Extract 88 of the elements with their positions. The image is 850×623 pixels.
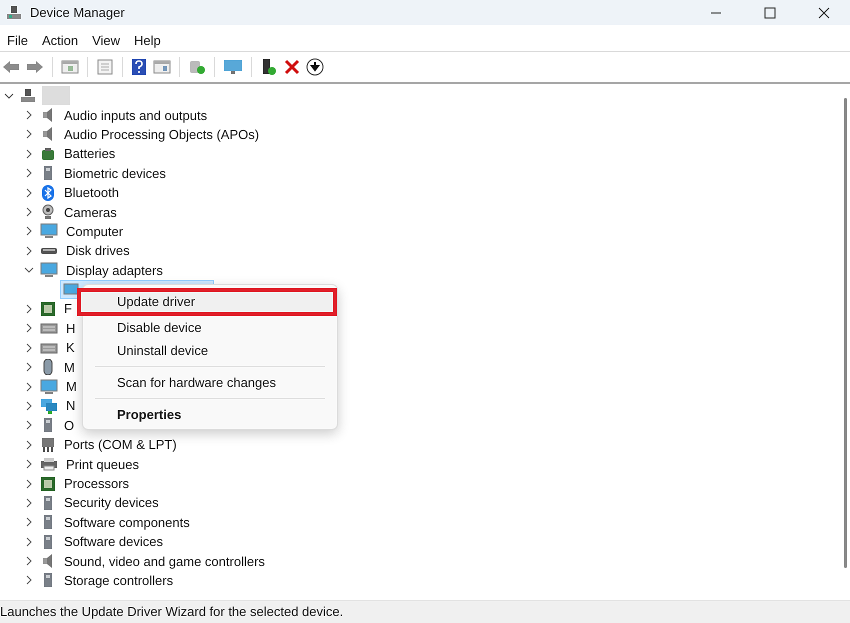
tree-item[interactable]: Biometric devices [64,166,166,181]
tree-item[interactable]: O [64,418,74,433]
menu-item[interactable]: View [92,32,120,48]
tree-item[interactable]: Computer [66,224,124,239]
menu-item[interactable]: File [7,32,28,48]
chevron-icon[interactable] [24,342,34,353]
device-manager-icon [6,4,22,20]
chevron-icon[interactable] [24,440,34,450]
chevron-icon[interactable] [24,459,34,470]
webcam-icon [40,204,56,220]
menu-item[interactable]: Help [134,32,161,48]
help-icon[interactable] [131,58,147,76]
document-icon[interactable] [96,59,114,75]
menu-item[interactable]: Update driver [77,288,337,316]
tree-item[interactable]: Software components [64,514,190,530]
tree-item[interactable]: Disk drives [66,243,130,258]
window-icon[interactable] [153,59,171,75]
chevron-icon[interactable] [24,420,34,430]
menu-item[interactable]: Properties [83,403,337,426]
menu-item[interactable]: Action [42,32,78,48]
tree-item[interactable]: N [66,398,76,414]
tree-item[interactable]: F [64,301,72,316]
scrollbar-thumb[interactable] [844,98,847,568]
maximize-icon[interactable] [764,6,776,18]
chevron-icon[interactable] [24,556,34,566]
tree-item[interactable]: Audio inputs and outputs [64,108,208,123]
monitor-icon [40,223,58,240]
redacted-block [42,86,70,106]
monitor-icon[interactable] [223,58,243,76]
tree-item[interactable]: Bluetooth [64,185,119,200]
network-icon [40,398,58,414]
delete-icon[interactable] [284,59,300,75]
chevron-icon[interactable] [24,382,34,392]
chevron-icon[interactable] [24,188,34,198]
tree-item[interactable]: Ports (COM & LPT) [64,437,177,452]
chevron-icon[interactable] [24,517,34,528]
window-icon[interactable] [61,59,79,75]
tree-item[interactable]: Storage controllers [64,572,174,588]
chevron-icon[interactable] [24,226,34,236]
menu-item[interactable]: Uninstall device [83,339,337,362]
status-bar: Launches the Update Driver Wizard for the selected device. [0,600,850,623]
monitor-icon [40,378,58,395]
monitor-icon [40,262,58,278]
monitor-icon [63,282,79,297]
tree-item[interactable]: Display adapters [66,262,163,278]
battery-icon [40,146,56,162]
tree-item[interactable]: K [66,340,75,356]
chevron-icon[interactable] [4,90,14,101]
chip-icon [40,300,56,317]
chip-icon [40,476,56,492]
chevron-icon[interactable] [24,536,34,547]
tree-item[interactable]: Software devices [64,534,163,550]
menu-item[interactable]: Scan for hardware changes [83,371,337,394]
tree-item[interactable]: M [64,360,75,375]
back-arrow-icon[interactable] [2,60,20,74]
tree-item[interactable]: H [66,320,76,336]
tree-item[interactable]: Processors [64,476,130,491]
tree-item[interactable]: Batteries [64,146,116,162]
chevron-icon[interactable] [24,323,34,334]
menu-item[interactable]: Disable device [83,316,337,339]
chevron-icon[interactable] [24,168,34,178]
port-icon [40,436,56,453]
bluetooth-icon [40,184,56,201]
computer-icon [20,88,36,104]
chevron-icon[interactable] [24,498,34,508]
download-icon[interactable] [306,58,324,76]
printer-icon [40,456,58,472]
tree-item[interactable]: Sound, video and game controllers [64,554,265,569]
chevron-icon[interactable] [24,304,34,314]
close-icon[interactable] [818,6,830,18]
chevron-icon[interactable] [24,148,34,159]
forward-arrow-icon[interactable] [26,60,44,74]
chevron-icon[interactable] [24,265,34,276]
drive-icon [40,246,58,255]
tree-item[interactable]: M [66,379,77,394]
chevron-icon[interactable] [24,207,34,218]
chevron-icon[interactable] [24,110,34,120]
chevron-icon[interactable] [24,400,34,411]
tree-item[interactable]: Print queues [66,456,139,472]
tree-item[interactable]: Security devices [64,495,159,510]
tree-item[interactable]: Cameras [64,204,117,220]
chevron-icon[interactable] [24,478,34,488]
chevron-icon[interactable] [24,362,34,372]
chevron-icon[interactable] [24,246,34,256]
window-title: Device Manager [30,5,125,20]
tree-item[interactable]: Audio Processing Objects (APOs) [64,126,260,142]
chevron-icon[interactable] [24,575,34,586]
chevron-icon[interactable] [24,129,34,140]
